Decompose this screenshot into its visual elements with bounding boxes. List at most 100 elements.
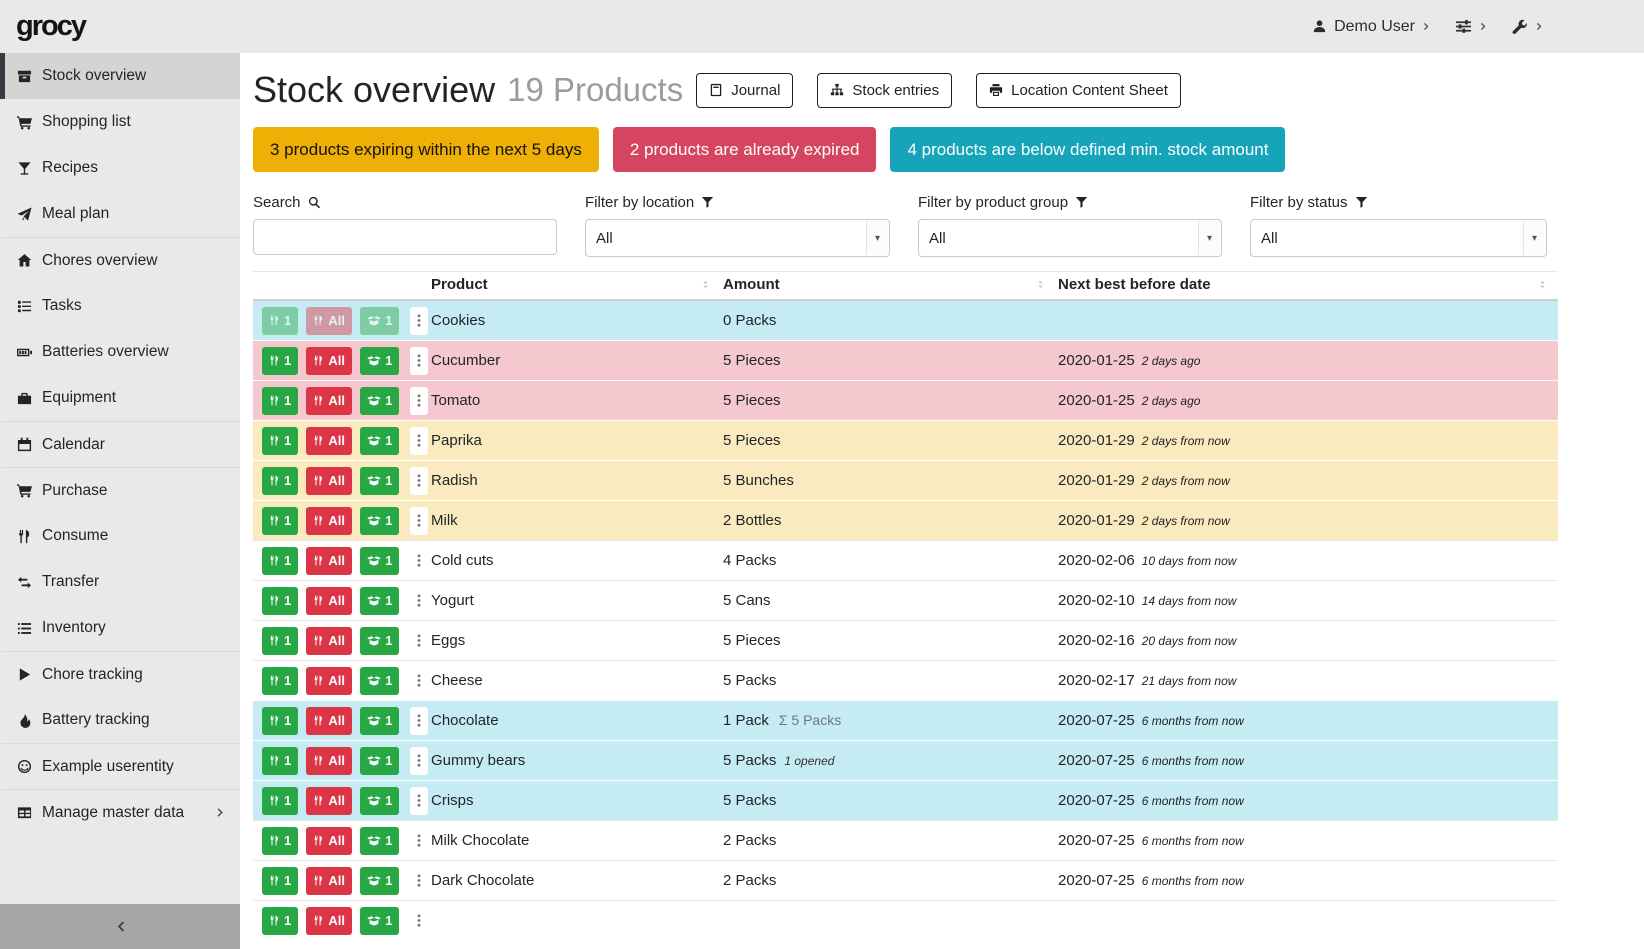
expiring-products-alert[interactable]: 3 products expiring within the next 5 da… (253, 127, 599, 172)
best-before-column-header[interactable]: Next best before date (1056, 272, 1558, 301)
user-menu[interactable]: Demo User (1312, 18, 1431, 36)
open-one-button[interactable]: 1 (360, 907, 399, 935)
row-menu-button[interactable] (410, 667, 428, 695)
consume-all-button[interactable]: All (306, 707, 352, 735)
sidebar-item-tasks[interactable]: Tasks (0, 283, 240, 329)
sidebar-item-example-userentity[interactable]: Example userentity (0, 743, 240, 789)
row-menu-button[interactable] (410, 307, 428, 335)
sidebar-item-inventory[interactable]: Inventory (0, 605, 240, 651)
sidebar-item-chores-overview[interactable]: Chores overview (0, 237, 240, 283)
consume-all-button[interactable]: All (306, 907, 352, 935)
sidebar-item-transfer[interactable]: Transfer (0, 559, 240, 605)
row-menu-button[interactable] (410, 467, 428, 495)
consume-one-button[interactable]: 1 (262, 587, 298, 615)
journal-button[interactable]: Journal (696, 73, 793, 108)
sidebar-item-manage-master-data[interactable]: Manage master data (0, 789, 240, 835)
open-one-button[interactable]: 1 (360, 547, 399, 575)
sidebar-item-batteries-overview[interactable]: Batteries overview (0, 329, 240, 375)
consume-all-button[interactable]: All (306, 747, 352, 775)
sidebar-item-recipes[interactable]: Recipes (0, 145, 240, 191)
open-one-button[interactable]: 1 (360, 827, 399, 855)
stock-entries-button[interactable]: Stock entries (817, 73, 952, 108)
status-filter-select[interactable]: All ▾ (1250, 219, 1547, 257)
consume-one-button[interactable]: 1 (262, 667, 298, 695)
quick-settings-menu[interactable] (1455, 18, 1488, 35)
consume-one-button[interactable]: 1 (262, 707, 298, 735)
row-menu-button[interactable] (410, 787, 428, 815)
open-one-button[interactable]: 1 (360, 667, 399, 695)
sidebar-item-shopping-list[interactable]: Shopping list (0, 99, 240, 145)
open-one-button[interactable]: 1 (360, 467, 399, 495)
search-input[interactable] (253, 219, 557, 255)
open-one-button[interactable]: 1 (360, 387, 399, 415)
below-min-stock-alert[interactable]: 4 products are below defined min. stock … (890, 127, 1285, 172)
row-menu-button[interactable] (410, 507, 428, 535)
consume-one-button[interactable]: 1 (262, 867, 298, 895)
consume-one-button[interactable]: 1 (262, 347, 298, 375)
open-one-button[interactable]: 1 (360, 707, 399, 735)
expired-products-alert[interactable]: 2 products are already expired (613, 127, 877, 172)
open-one-button[interactable]: 1 (360, 867, 399, 895)
consume-one-button[interactable]: 1 (262, 907, 298, 935)
sidebar-collapse-button[interactable] (0, 904, 240, 949)
consume-all-button[interactable]: All (306, 667, 352, 695)
consume-one-button[interactable]: 1 (262, 627, 298, 655)
sidebar-item-purchase[interactable]: Purchase (0, 467, 240, 513)
open-one-button[interactable]: 1 (360, 307, 399, 335)
open-one-button[interactable]: 1 (360, 787, 399, 815)
consume-all-button[interactable]: All (306, 467, 352, 495)
consume-all-button[interactable]: All (306, 587, 352, 615)
product-column-header[interactable]: Product (429, 272, 721, 301)
consume-one-button[interactable]: 1 (262, 827, 298, 855)
row-menu-button[interactable] (410, 827, 428, 855)
sidebar-item-meal-plan[interactable]: Meal plan (0, 191, 240, 237)
consume-all-button[interactable]: All (306, 627, 352, 655)
row-menu-button[interactable] (410, 867, 428, 895)
open-one-button[interactable]: 1 (360, 427, 399, 455)
open-one-button[interactable]: 1 (360, 347, 399, 375)
row-menu-button[interactable] (410, 707, 428, 735)
row-menu-button[interactable] (410, 627, 428, 655)
admin-tools-menu[interactable] (1512, 19, 1544, 35)
consume-all-button[interactable]: All (306, 307, 352, 335)
consume-one-button[interactable]: 1 (262, 747, 298, 775)
location-content-sheet-button[interactable]: Location Content Sheet (976, 73, 1181, 108)
grocy-logo[interactable]: grocy (16, 10, 85, 43)
consume-all-button[interactable]: All (306, 507, 352, 535)
consume-all-button[interactable]: All (306, 867, 352, 895)
consume-all-button[interactable]: All (306, 827, 352, 855)
consume-one-button[interactable]: 1 (262, 787, 298, 815)
consume-all-button[interactable]: All (306, 347, 352, 375)
consume-all-button[interactable]: All (306, 387, 352, 415)
row-menu-button[interactable] (410, 587, 428, 615)
consume-one-button[interactable]: 1 (262, 467, 298, 495)
sidebar-item-stock-overview[interactable]: Stock overview (0, 53, 240, 99)
consume-one-button[interactable]: 1 (262, 387, 298, 415)
row-menu-button[interactable] (410, 427, 428, 455)
sidebar-item-equipment[interactable]: Equipment (0, 375, 240, 421)
row-menu-button[interactable] (410, 747, 428, 775)
sidebar-item-calendar[interactable]: Calendar (0, 421, 240, 467)
row-menu-button[interactable] (410, 547, 428, 575)
consume-all-button[interactable]: All (306, 547, 352, 575)
row-menu-button[interactable] (410, 347, 428, 375)
sidebar-item-label: Equipment (42, 389, 116, 407)
open-one-button[interactable]: 1 (360, 747, 399, 775)
open-one-button[interactable]: 1 (360, 627, 399, 655)
consume-all-button[interactable]: All (306, 427, 352, 455)
sidebar-item-chore-tracking[interactable]: Chore tracking (0, 651, 240, 697)
sidebar-item-consume[interactable]: Consume (0, 513, 240, 559)
consume-all-button[interactable]: All (306, 787, 352, 815)
open-one-button[interactable]: 1 (360, 507, 399, 535)
consume-one-button[interactable]: 1 (262, 307, 298, 335)
consume-one-button[interactable]: 1 (262, 547, 298, 575)
open-one-button[interactable]: 1 (360, 587, 399, 615)
consume-one-button[interactable]: 1 (262, 427, 298, 455)
sidebar-item-battery-tracking[interactable]: Battery tracking (0, 697, 240, 743)
location-filter-select[interactable]: All ▾ (585, 219, 890, 257)
amount-column-header[interactable]: Amount (721, 272, 1056, 301)
consume-one-button[interactable]: 1 (262, 507, 298, 535)
row-menu-button[interactable] (410, 387, 428, 415)
row-menu-button[interactable] (410, 907, 428, 935)
product-group-filter-select[interactable]: All ▾ (918, 219, 1222, 257)
